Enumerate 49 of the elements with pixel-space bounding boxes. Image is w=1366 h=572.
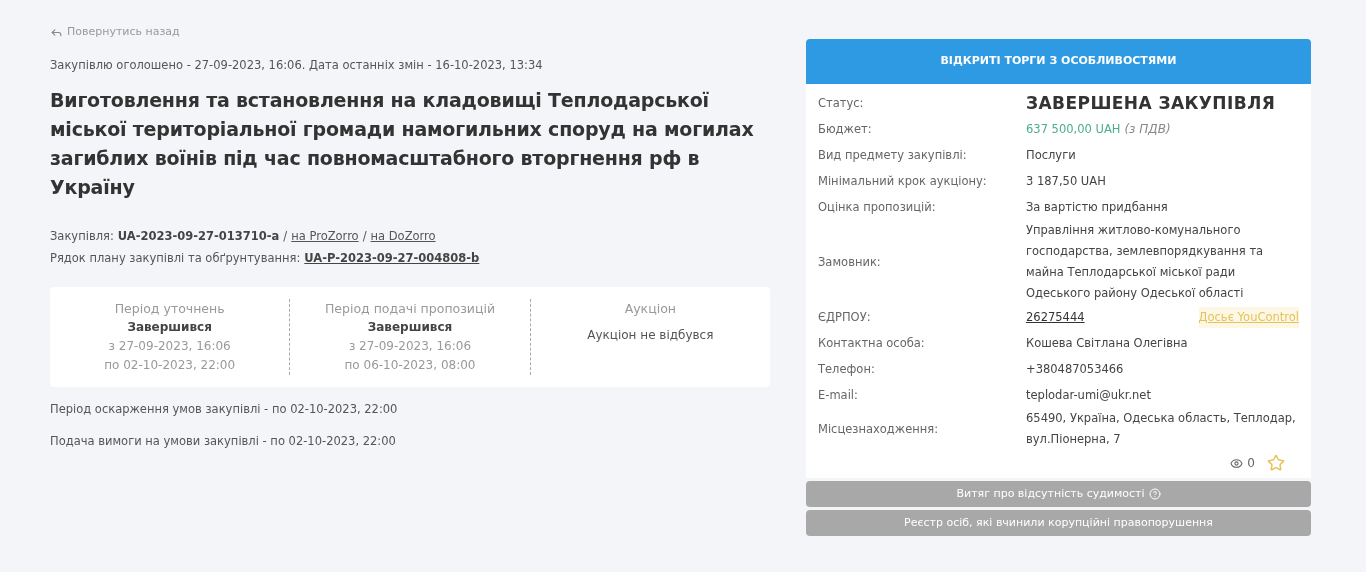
period-date: з 27-09-2023, 16:06	[348, 338, 472, 356]
status-value: ЗАВЕРШЕНА ЗАКУПІВЛЯ	[1026, 92, 1276, 114]
separator-slash: /	[283, 227, 288, 245]
view-count: 0	[1230, 454, 1255, 472]
info-value: +380487053466	[1026, 360, 1124, 378]
info-label: E-mail:	[818, 386, 859, 404]
info-label: Телефон:	[818, 360, 876, 378]
procurement-label: Закупівля:	[50, 227, 114, 245]
vat-note: (з ПДВ)	[1124, 120, 1171, 138]
period-title: Період подачі пропозицій	[324, 300, 496, 319]
info-value: Кошева Світлана Олегівна	[1026, 334, 1188, 352]
star-icon[interactable]	[1267, 454, 1285, 472]
period-date: з 27-09-2023, 16:06	[108, 338, 231, 356]
period-status: Завершився	[367, 319, 453, 337]
period-title: Аукціон	[624, 300, 676, 319]
period-date: по 06-10-2023, 08:00	[344, 357, 476, 375]
procedure-header: ВІДКРИТІ ТОРГИ З ОСОБЛИВОСТЯМИ	[806, 39, 1311, 84]
info-label: Бюджет:	[818, 120, 873, 138]
info-value: Управління житлово-комунального господарства, землевпорядкування та майна Теплодарської міської ради Одеського району Одеської області	[1026, 222, 1265, 302]
external-link[interactable]: на DoZorro	[370, 227, 436, 245]
plan-link[interactable]: UA-P-2023-09-27-004808-b	[304, 250, 480, 268]
info-value: За вартістю придбання	[1026, 198, 1168, 216]
announcement-text: Закупівлю оголошено - 27-09-2023, 16:06. Дата останніх змін - 16-10-2023, 13:34	[50, 56, 544, 74]
info-value: 3 187,50 UAH	[1026, 172, 1106, 190]
info-value: Послуги	[1026, 146, 1076, 164]
period-status: Завершився	[127, 319, 212, 337]
plan-label: Рядок плану закупівлі та обґрунтування:	[50, 250, 301, 267]
budget-value: 637 500,00 UAH	[1026, 120, 1121, 138]
eye-icon	[1230, 456, 1244, 470]
info-value: 65490, Україна, Одеська область, Теплодар, вул.Піонерна, 7	[1026, 410, 1297, 448]
info-value: teplodar-umi@ukr.net	[1026, 386, 1151, 404]
info-label: Оцінка пропозицій:	[818, 198, 937, 216]
external-link[interactable]: на ProZorro	[291, 227, 359, 245]
info-label: Мінімальний крок аукціону:	[818, 172, 988, 190]
period-date: по 02-10-2023, 22:00	[104, 357, 236, 375]
edrpou-link[interactable]: 26275444	[1026, 306, 1085, 328]
tender-title: Виготовлення та встановлення на кладовищі Теплодарської міської територіальної громади намогильних споруд на могилах загиблих воїнів під час повномасштабного вторгнення рф в Україну	[50, 87, 755, 200]
deadline-text: Подача вимоги на умови закупівлі - по 02-10-2023, 22:00	[50, 432, 397, 450]
info-label: Контактна особа:	[818, 334, 926, 352]
info-label: Замовник:	[818, 253, 882, 271]
period-title: Період уточнень	[114, 300, 225, 319]
info-label: Місцезнаходження:	[818, 420, 940, 438]
procurement-id: UA-2023-09-27-013710-a	[117, 227, 280, 245]
info-label: Вид предмету закупівлі:	[818, 146, 968, 164]
separator-slash: /	[362, 227, 367, 245]
info-label: Статус:	[818, 94, 865, 112]
period-date: Аукціон не відбувся	[587, 327, 714, 345]
info-label: ЄДРПОУ:	[818, 308, 872, 326]
deadline-text: Період оскарження умов закупівлі - по 02-10-2023, 22:00	[50, 401, 399, 419]
